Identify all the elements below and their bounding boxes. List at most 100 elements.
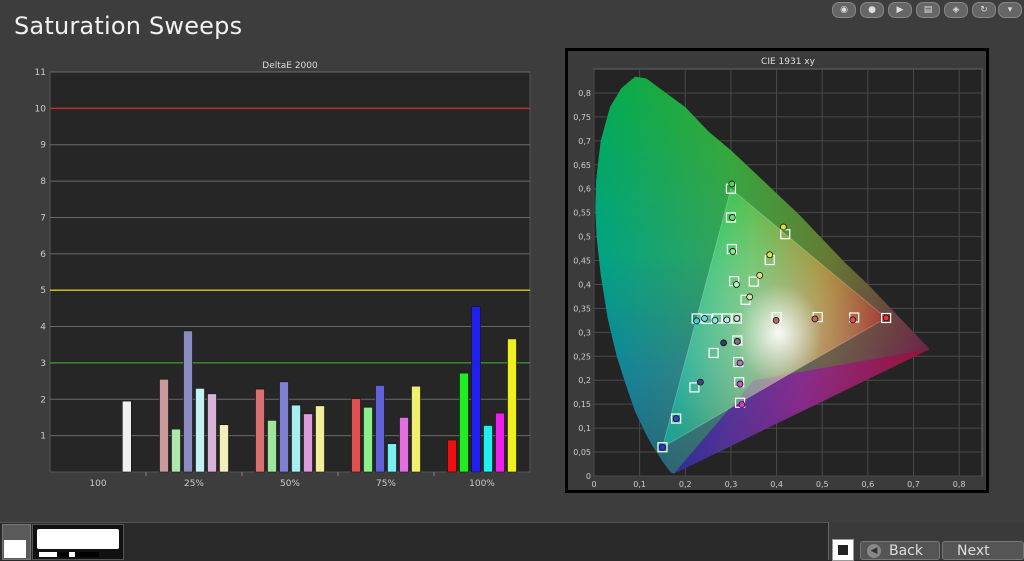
- cie-x-tick: 0,1: [633, 480, 646, 489]
- bar-x-tick: 50%: [280, 479, 300, 489]
- save-icon[interactable]: ▤: [916, 2, 940, 18]
- cie-y-tick: 0,55: [573, 209, 591, 218]
- cie-y-tick: 0,2: [578, 376, 591, 385]
- cie-x-tick: 0: [591, 480, 596, 489]
- bar-x-tick: 100%: [469, 479, 495, 489]
- bar-y-tick: 5: [40, 286, 46, 296]
- back-label: Back: [889, 543, 923, 559]
- cie-y-tick: 0,5: [578, 233, 591, 242]
- cie-x-tick: 0,7: [907, 480, 920, 489]
- cie-y-tick: 0,35: [573, 304, 591, 313]
- measured-point: [756, 271, 764, 279]
- back-button[interactable]: ◀ Back: [860, 541, 940, 560]
- cie-y-tick: 0,65: [573, 161, 591, 170]
- delta-e-bar: [183, 330, 193, 473]
- delta-e-bar: [411, 385, 421, 473]
- measured-point: [849, 316, 857, 324]
- cie-x-tick: 0,4: [770, 480, 783, 489]
- measured-point: [736, 359, 744, 367]
- bar-y-tick: 1: [40, 432, 46, 442]
- sync-icon[interactable]: ◈: [944, 2, 968, 18]
- cie-x-tick: 0,8: [953, 480, 966, 489]
- delta-e-bar: [387, 443, 397, 473]
- cie-1931-chart: CIE 1931 xy 0 0,1 0,2 0,3 0,4 0,5 0,6 0,7 0,8 0 0,0…: [573, 57, 983, 489]
- measured-point: [659, 443, 666, 451]
- cie-y-tick: 0: [586, 472, 591, 481]
- cie-y-tick: 0,75: [573, 113, 591, 122]
- delta-e-bar: [195, 388, 205, 473]
- bar-y-tick: 2: [40, 395, 46, 405]
- delta-e-bar-chart: DeltaE 2000 1 2 3 4 5 6 7 8 9 10 11 100 25% 50% 75% 100%: [35, 61, 531, 489]
- delta-e-bar: [351, 398, 361, 473]
- delta-e-bar: [267, 420, 277, 473]
- delta-e-bar: [471, 306, 481, 473]
- dropdown-icon[interactable]: ▾: [998, 2, 1022, 18]
- cie-y-tick: 0,3: [578, 328, 591, 337]
- measured-point: [701, 315, 708, 322]
- bar-y-tick: 10: [35, 104, 47, 114]
- measured-point: [729, 248, 737, 255]
- delta-e-bar: [255, 388, 265, 473]
- cie-x-tick: 0,6: [862, 480, 875, 489]
- cie-y-tick: 0,15: [573, 400, 591, 409]
- delta-e-bar: [303, 413, 313, 473]
- cie-y-tick: 0,8: [578, 89, 591, 98]
- delta-e-bar: [363, 406, 373, 473]
- eye-icon[interactable]: ◉: [832, 2, 856, 18]
- delta-e-bar: [122, 400, 132, 473]
- color-swatch: [4, 540, 26, 558]
- measured-point: [780, 223, 787, 231]
- bar-plot-area: [49, 71, 531, 473]
- measured-point: [693, 317, 701, 325]
- delta-e-bar: [495, 412, 505, 473]
- delta-e-bar: [279, 381, 289, 473]
- measured-point: [746, 293, 754, 301]
- delta-e-bar: [219, 424, 229, 473]
- delta-e-bar: [507, 338, 517, 473]
- stop-button[interactable]: [832, 539, 854, 561]
- bar-x-tick: 75%: [376, 479, 396, 489]
- delta-e-bar: [207, 393, 217, 473]
- next-label: Next: [957, 543, 990, 559]
- refresh-icon[interactable]: ↻: [972, 2, 996, 18]
- measured-point: [738, 401, 746, 409]
- measured-point: [736, 380, 744, 388]
- bar-x-tick: 100: [89, 479, 106, 489]
- delta-e-bar: [159, 378, 169, 473]
- bar-y-tick: 9: [40, 141, 46, 151]
- measured-point: [723, 316, 731, 324]
- measured-point: [728, 180, 736, 188]
- cie-y-tick: 0,45: [573, 257, 591, 266]
- delta-e-bar: [291, 404, 301, 473]
- next-button[interactable]: Next: [942, 541, 1024, 560]
- measured-point: [711, 316, 719, 324]
- cie-y-tick: 0,05: [573, 448, 591, 457]
- delta-e-bar: [447, 439, 457, 473]
- cie-x-tick: 0,3: [725, 480, 738, 489]
- measured-point: [733, 315, 741, 322]
- delta-e-bar: [375, 385, 385, 473]
- bar-x-tick: 25%: [184, 479, 204, 489]
- cie-chart-frame: CIE 1931 xy 0 0,1 0,2 0,3 0,4 0,5 0,6 0,7 0,8 0 0,0…: [565, 48, 989, 493]
- bar-y-tick: 11: [35, 68, 46, 78]
- measured-point: [733, 281, 740, 288]
- record-icon[interactable]: ●: [860, 2, 884, 18]
- delta-e-bar: [483, 425, 493, 473]
- pattern-preview-strip: [39, 552, 99, 557]
- bar-y-tick: 4: [40, 323, 46, 333]
- pattern-preview-white: [37, 529, 119, 549]
- bar-y-tick: 6: [40, 250, 46, 260]
- measured-point: [882, 314, 890, 322]
- measured-point: [672, 415, 680, 422]
- pattern-preview: [32, 524, 124, 560]
- cie-y-tick: 0,25: [573, 352, 591, 361]
- delta-e-bar: [171, 428, 181, 473]
- measured-point: [720, 339, 728, 347]
- delta-e-bar: [399, 417, 409, 473]
- cie-y-tick: 0,4: [578, 280, 591, 289]
- bar-y-tick: 8: [40, 177, 46, 187]
- back-arrow-icon: ◀: [867, 544, 881, 558]
- play-icon[interactable]: ▶: [888, 2, 912, 18]
- delta-e-bar: [459, 372, 469, 473]
- bar-chart-title: DeltaE 2000: [262, 61, 318, 71]
